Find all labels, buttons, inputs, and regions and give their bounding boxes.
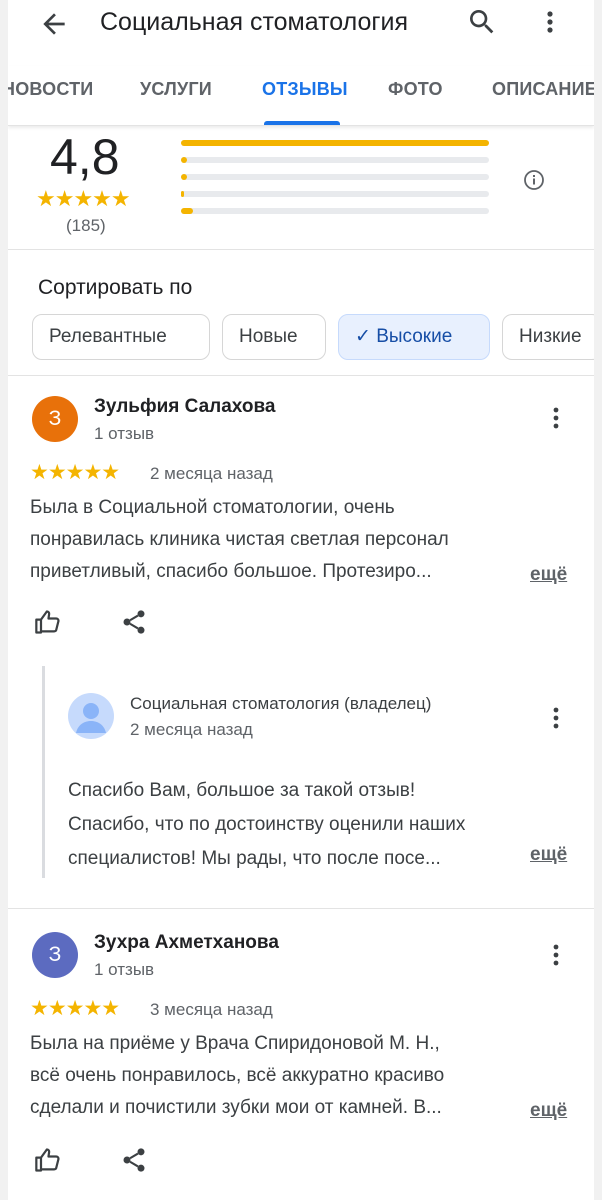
review-text-line: Была на приёме у Врача Спиридоновой М. Н… xyxy=(30,1033,440,1054)
rating-bar-3 xyxy=(181,174,489,180)
sort-chip-relevant[interactable]: Релевантные xyxy=(32,314,210,360)
active-tab-indicator xyxy=(264,121,340,125)
arrow-back-icon[interactable] xyxy=(38,8,70,40)
review-stars: ★★★★★ xyxy=(30,997,120,1020)
owner-reply-date: 2 месяца назад xyxy=(130,720,253,739)
tab-photos[interactable]: ФОТО xyxy=(388,79,443,100)
rating-bar-fill xyxy=(181,174,188,180)
top-app-bar: Социальная стоматология xyxy=(8,0,594,48)
review-more-icon[interactable] xyxy=(546,403,566,433)
owner-reply-text: Спасибо Вам, большое за такой отзыв! Спа… xyxy=(68,774,520,876)
review-text: Была в Социальной стоматологии, очень по… xyxy=(30,492,568,588)
rating-bar-1 xyxy=(181,208,489,214)
review-text: Была на приёме у Врача Спиридоновой М. Н… xyxy=(30,1028,568,1124)
info-icon[interactable] xyxy=(522,168,546,192)
reviewer-name[interactable]: Зульфия Салахова xyxy=(94,396,276,418)
review-more-link[interactable]: ещё xyxy=(530,1100,567,1122)
sort-chip-newest[interactable]: Новые xyxy=(222,314,326,360)
review-stars: ★★★★★ xyxy=(30,461,120,484)
review-text-line: приветливый, спасибо большое. Протезиро.… xyxy=(30,561,432,582)
person-icon xyxy=(76,703,106,733)
reply-indent-bar xyxy=(42,666,45,878)
rating-distribution xyxy=(181,140,489,225)
rating-stars: ★★★★★ xyxy=(36,186,131,211)
review-date: 3 месяца назад xyxy=(150,1000,273,1019)
reviewer-review-count: 1 отзыв xyxy=(94,960,155,979)
place-title: Социальная стоматология xyxy=(100,8,408,36)
owner-avatar xyxy=(68,693,114,739)
sort-title: Сортировать по xyxy=(38,276,193,299)
review-more-link[interactable]: ещё xyxy=(530,564,567,586)
sort-chip-lowest[interactable]: Низкие xyxy=(502,314,594,360)
review-more-icon[interactable] xyxy=(546,940,566,970)
review-text-line: всё очень понравилось, всё аккуратно кра… xyxy=(30,1065,445,1086)
review-text-line: сделали и почистили зубки мои от камней.… xyxy=(30,1097,442,1118)
rating-bar-fill xyxy=(181,191,185,197)
rating-value: 4,8 xyxy=(50,129,120,185)
tab-description[interactable]: ОПИСАНИЕ xyxy=(492,79,594,100)
reviewer-name[interactable]: Зухра Ахметханова xyxy=(94,932,279,954)
rating-bar-fill xyxy=(181,157,188,163)
review-date: 2 месяца назад xyxy=(150,464,273,483)
reply-more-link[interactable]: ещё xyxy=(530,844,567,866)
divider xyxy=(8,908,594,909)
rating-bar-fill xyxy=(181,140,489,146)
rating-bar-fill xyxy=(181,208,194,214)
more-vert-icon[interactable] xyxy=(538,6,562,38)
divider xyxy=(8,249,594,250)
tab-services[interactable]: УСЛУГИ xyxy=(140,79,212,100)
thumbs-up-icon[interactable] xyxy=(34,1146,62,1174)
search-icon[interactable] xyxy=(466,6,498,38)
reviewer-review-count: 1 отзыв xyxy=(94,424,155,443)
sort-chips: Релевантные Новые ✓ Высокие Низкие xyxy=(8,314,594,362)
app-frame: Социальная стоматология НОВОСТИ УСЛУГИ О… xyxy=(8,0,594,1200)
sort-chip-highest[interactable]: ✓ Высокие xyxy=(338,314,490,360)
tab-bar: НОВОСТИ УСЛУГИ ОТЗЫВЫ ФОТО ОПИСАНИЕ xyxy=(8,66,594,126)
share-icon[interactable] xyxy=(120,1146,148,1174)
reply-text-line: специалистов! Мы рады, что после посе... xyxy=(68,848,441,869)
divider xyxy=(8,375,594,376)
reply-text-line: Спасибо Вам, большое за такой отзыв! xyxy=(68,780,416,801)
avatar[interactable]: З xyxy=(32,396,78,442)
reply-more-icon[interactable] xyxy=(546,703,566,733)
rating-bar-2 xyxy=(181,191,489,197)
review-text-line: понравилась клиника чистая светлая персо… xyxy=(30,529,449,550)
avatar[interactable]: З xyxy=(32,932,78,978)
thumbs-up-icon[interactable] xyxy=(34,608,62,636)
rating-bar-5 xyxy=(181,140,489,146)
rating-bar-4 xyxy=(181,157,489,163)
tab-reviews[interactable]: ОТЗЫВЫ xyxy=(262,79,348,100)
review-text-line: Была в Социальной стоматологии, очень xyxy=(30,497,395,518)
owner-name: Социальная стоматология (владелец) xyxy=(130,694,432,713)
reply-text-line: Спасибо, что по достоинству оценили наши… xyxy=(68,814,466,835)
tab-news[interactable]: НОВОСТИ xyxy=(8,79,93,100)
share-icon[interactable] xyxy=(120,608,148,636)
rating-count: (185) xyxy=(66,216,106,235)
